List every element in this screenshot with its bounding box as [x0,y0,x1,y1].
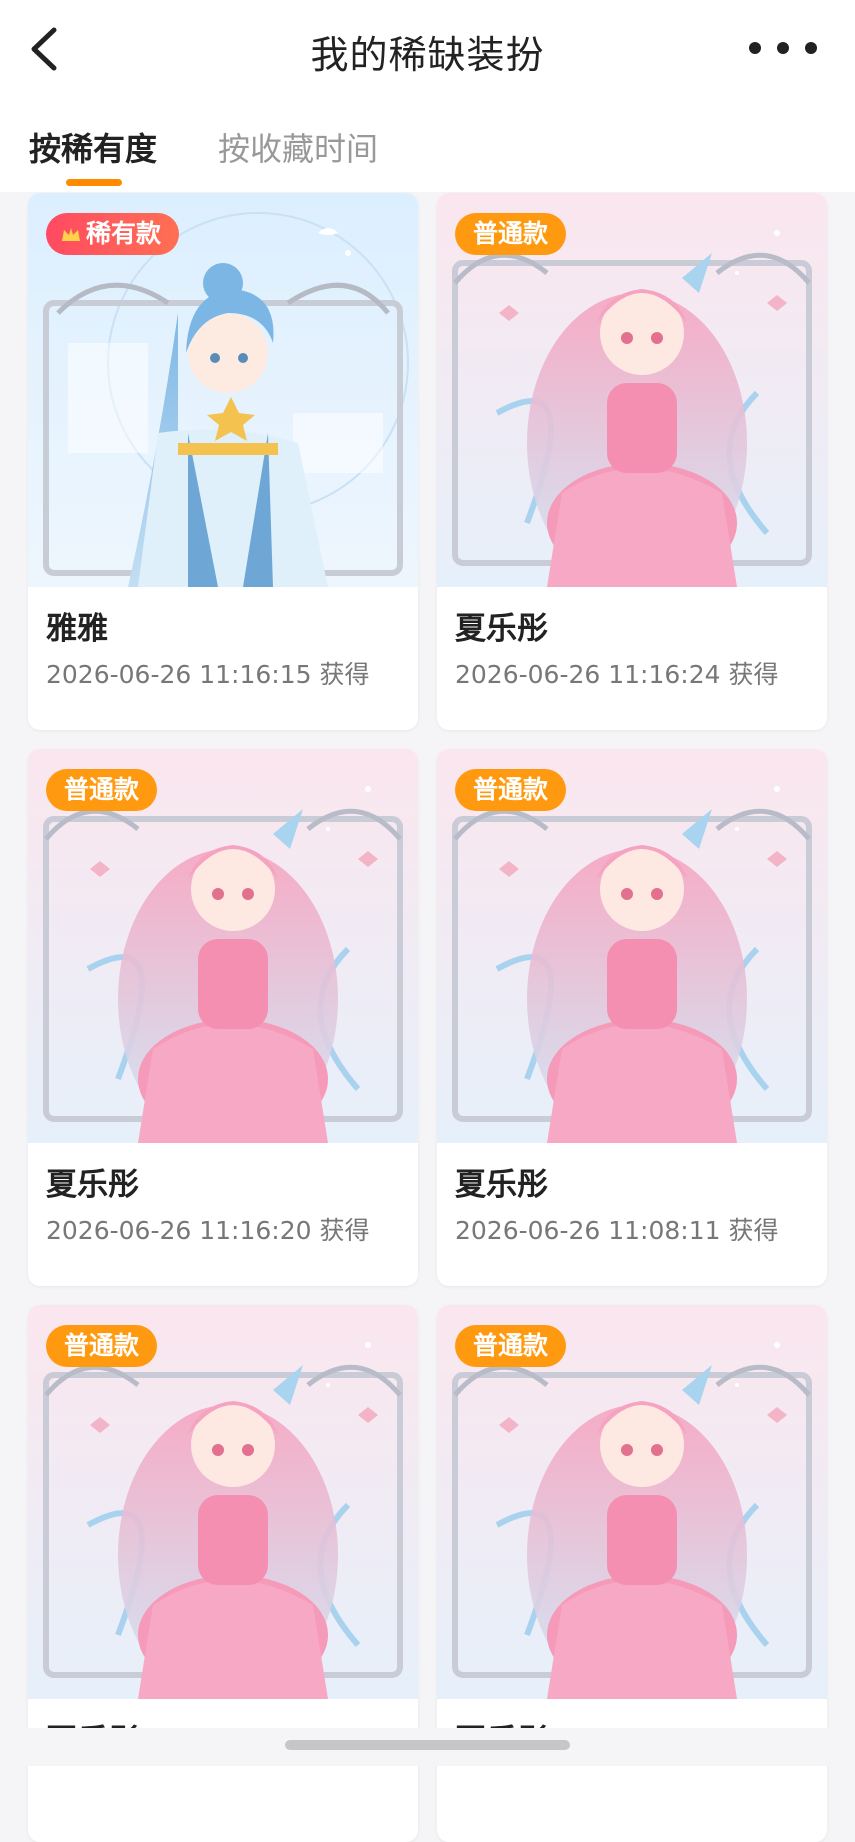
rarity-badge: 普通款 [46,1325,158,1367]
rarity-badge: 普通款 [455,1325,567,1367]
crown-icon [62,228,80,241]
active-tab-indicator [66,179,122,186]
tab-by-collect-time[interactable]: 按收藏时间 [218,124,378,170]
outfit-name: 夏乐彤 [455,611,548,647]
obtained-time: 2026-06-26 11:16:20 获得 [46,1216,370,1245]
more-button[interactable] [743,38,823,58]
outfit-name: 雅雅 [46,611,108,647]
top-nav-bar: 我的稀缺装扮 [0,0,855,101]
tab-by-rarity[interactable]: 按稀有度 [29,124,157,170]
obtained-time: 2026-06-26 11:08:11 获得 [455,1216,779,1245]
outfit-name: 夏乐彤 [455,1167,548,1203]
obtained-time: 2026-06-26 11:16:24 获得 [455,660,779,689]
outfit-card[interactable]: 普通款 夏乐彤 2026-06-26 11:16:20 获得 [28,749,418,1286]
obtained-time: 2026-06-26 11:16:15 获得 [46,660,370,689]
rarity-badge: 普通款 [455,769,567,811]
rarity-badge: 普通款 [46,769,158,811]
sort-tabs: 按稀有度 按收藏时间 [0,100,855,192]
outfit-card[interactable]: 稀有款 雅雅 2026-06-26 11:16:15 获得 [28,193,418,730]
outfit-name: 夏乐彤 [46,1167,139,1203]
rarity-badge: 稀有款 [46,213,180,255]
rarity-badge: 普通款 [455,213,567,255]
home-indicator[interactable] [285,1740,570,1750]
outfit-card[interactable]: 普通款 夏乐彤 2026-06-26 11:16:24 获得 [437,193,827,730]
more-horizontal-icon [749,42,817,54]
outfit-card[interactable]: 普通款 夏乐彤 2026-06-26 11:08:11 获得 [437,749,827,1286]
badge-label: 稀有款 [86,219,162,248]
page-title: 我的稀缺装扮 [310,33,545,77]
